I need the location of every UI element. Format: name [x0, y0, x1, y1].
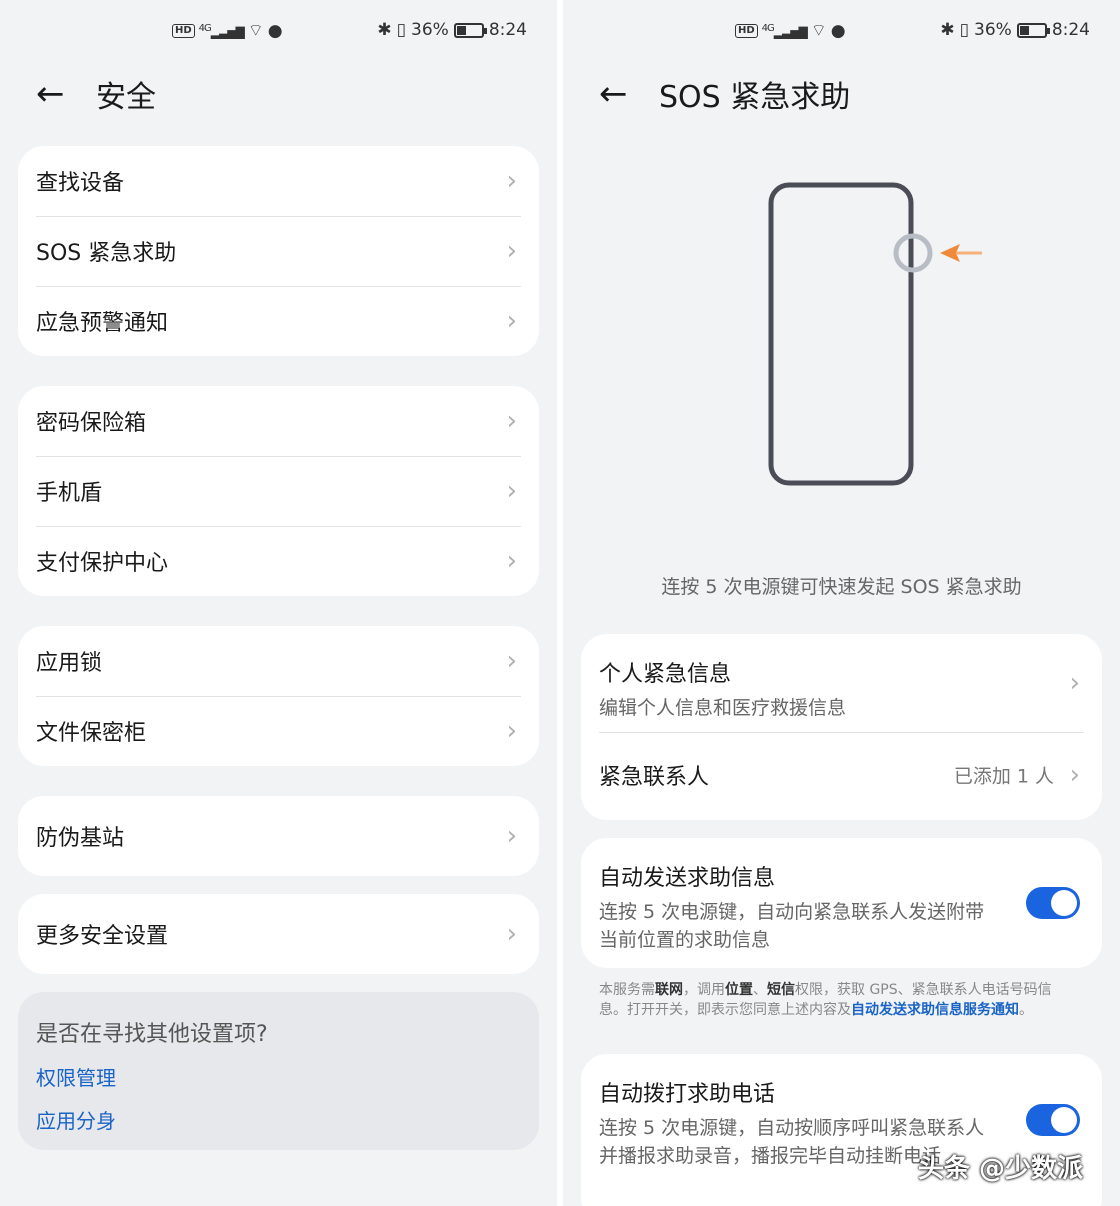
battery-icon [453, 22, 487, 38]
item-phone-shield[interactable]: 手机盾 › [18, 456, 539, 526]
emergency-info-card: 个人紧急信息 编辑个人信息和医疗救援信息 › 紧急联系人 已添加 1 人 › [581, 634, 1102, 820]
battery-percent: 36% [974, 20, 1012, 40]
auto-message-toggle[interactable] [1026, 887, 1080, 919]
link-permission-management[interactable]: 权限管理 [36, 1062, 521, 1091]
chevron-right-icon: › [506, 476, 517, 506]
settings-group-5: 更多安全设置 › [18, 894, 539, 974]
back-arrow-icon[interactable]: ← [599, 77, 659, 111]
chevron-right-icon: › [506, 646, 517, 676]
page-title: 安全 [96, 80, 156, 115]
settings-group-2: 密码保险箱 › 手机盾 › 支付保护中心 › [18, 386, 539, 596]
security-settings-screen: HD 4G▂▃▅▇ ⌔ ● ✱ ▯ 36% 8:24 ← 安全 查找设备 › SO… [0, 0, 557, 1206]
item-app-lock[interactable]: 应用锁 › [18, 626, 539, 696]
auto-send-message: 自动发送求助信息 连按 5 次电源键，自动向紧急联系人发送附带当前位置的求助信息 [599, 866, 985, 951]
link-app-twin[interactable]: 应用分身 [36, 1105, 521, 1134]
chevron-right-icon: › [506, 821, 517, 851]
bluetooth-icon: ✱ [940, 20, 955, 40]
item-emergency-alerts[interactable]: 应急预警通知 › [18, 286, 539, 356]
item-file-safe[interactable]: 文件保密柜 › [18, 696, 539, 766]
vibrate-icon: ▯ [959, 20, 970, 40]
phone-outline [768, 182, 914, 486]
back-arrow-icon[interactable]: ← [36, 77, 96, 111]
page-title: SOS 紧急求助 [659, 80, 851, 115]
chevron-right-icon: › [506, 546, 517, 576]
item-password-vault[interactable]: 密码保险箱 › [18, 386, 539, 456]
chevron-right-icon: › [506, 919, 517, 949]
item-fake-base-station[interactable]: 防伪基站 › [18, 796, 539, 876]
suggestion-question: 是否在寻找其他设置项? [36, 1022, 268, 1047]
signal-icon: 4G▂▃▅▇ [761, 22, 808, 39]
chevron-right-icon: › [506, 306, 517, 336]
suggestion-box: 是否在寻找其他设置项? 权限管理 应用分身 [18, 992, 539, 1150]
status-bar: HD 4G▂▃▅▇ ⌔ ● ✱ ▯ 36% 8:24 [563, 18, 1120, 46]
arrow-tail [956, 251, 982, 255]
service-notice-link[interactable]: 自动发送求助信息服务通知 [851, 1002, 1019, 1018]
auto-call-toggle[interactable] [1026, 1104, 1080, 1136]
sos-caption: 连按 5 次电源键可快速发起 SOS 紧急求助 [661, 576, 1022, 598]
chevron-right-icon: › [1069, 668, 1080, 698]
clock: 8:24 [488, 20, 527, 40]
phone-power-button-illustration [768, 182, 982, 486]
battery-percent: 36% [411, 20, 449, 40]
hd-icon: HD [735, 23, 758, 38]
sos-screen: HD 4G▂▃▅▇ ⌔ ● ✱ ▯ 36% 8:24 ← SOS 紧急求助 连按… [563, 0, 1120, 1206]
page-header: ← 安全 [36, 72, 156, 116]
contacts-count: 已添加 1 人 [953, 765, 1054, 788]
chevron-right-icon: › [1069, 760, 1080, 790]
personal-emergency-info[interactable]: 个人紧急信息 编辑个人信息和医疗救援信息 › [581, 634, 1102, 732]
service-notice: 本服务需联网，调用位置、短信权限，获取 GPS、紧急联系人电话号码信息。打开开关… [599, 982, 1052, 1018]
item-find-device[interactable]: 查找设备 › [18, 146, 539, 216]
signal-icon: 4G▂▃▅▇ [198, 22, 245, 39]
clock: 8:24 [1051, 20, 1090, 40]
auto-message-card: 自动发送求助信息 连按 5 次电源键，自动向紧急联系人发送附带当前位置的求助信息 [581, 838, 1102, 968]
message-icon: ● [267, 20, 283, 41]
chevron-right-icon: › [506, 406, 517, 436]
settings-group-1: 查找设备 › SOS 紧急求助 › 应急预警通知 › [18, 146, 539, 356]
settings-group-4: 防伪基站 › [18, 796, 539, 876]
battery-icon [1016, 22, 1050, 38]
page-header: ← SOS 紧急求助 [599, 72, 850, 116]
settings-group-3: 应用锁 › 文件保密柜 › [18, 626, 539, 766]
wifi-icon: ⌔ [810, 21, 827, 41]
watermark: 头条 @少数派 [918, 1154, 1084, 1184]
chevron-right-icon: › [506, 716, 517, 746]
hd-icon: HD [172, 23, 195, 38]
wifi-icon: ⌔ [247, 21, 264, 41]
bluetooth-icon: ✱ [377, 20, 392, 40]
status-bar: HD 4G▂▃▅▇ ⌔ ● ✱ ▯ 36% 8:24 [0, 18, 557, 46]
chevron-right-icon: › [506, 166, 517, 196]
item-payment-protection[interactable]: 支付保护中心 › [18, 526, 539, 596]
item-sos[interactable]: SOS 紧急求助 › [18, 216, 539, 286]
emergency-contacts[interactable]: 紧急联系人 已添加 1 人 › [581, 732, 1102, 818]
message-icon: ● [830, 20, 846, 41]
vibrate-icon: ▯ [396, 20, 407, 40]
chevron-right-icon: › [506, 236, 517, 266]
item-more-security[interactable]: 更多安全设置 › [18, 894, 539, 974]
